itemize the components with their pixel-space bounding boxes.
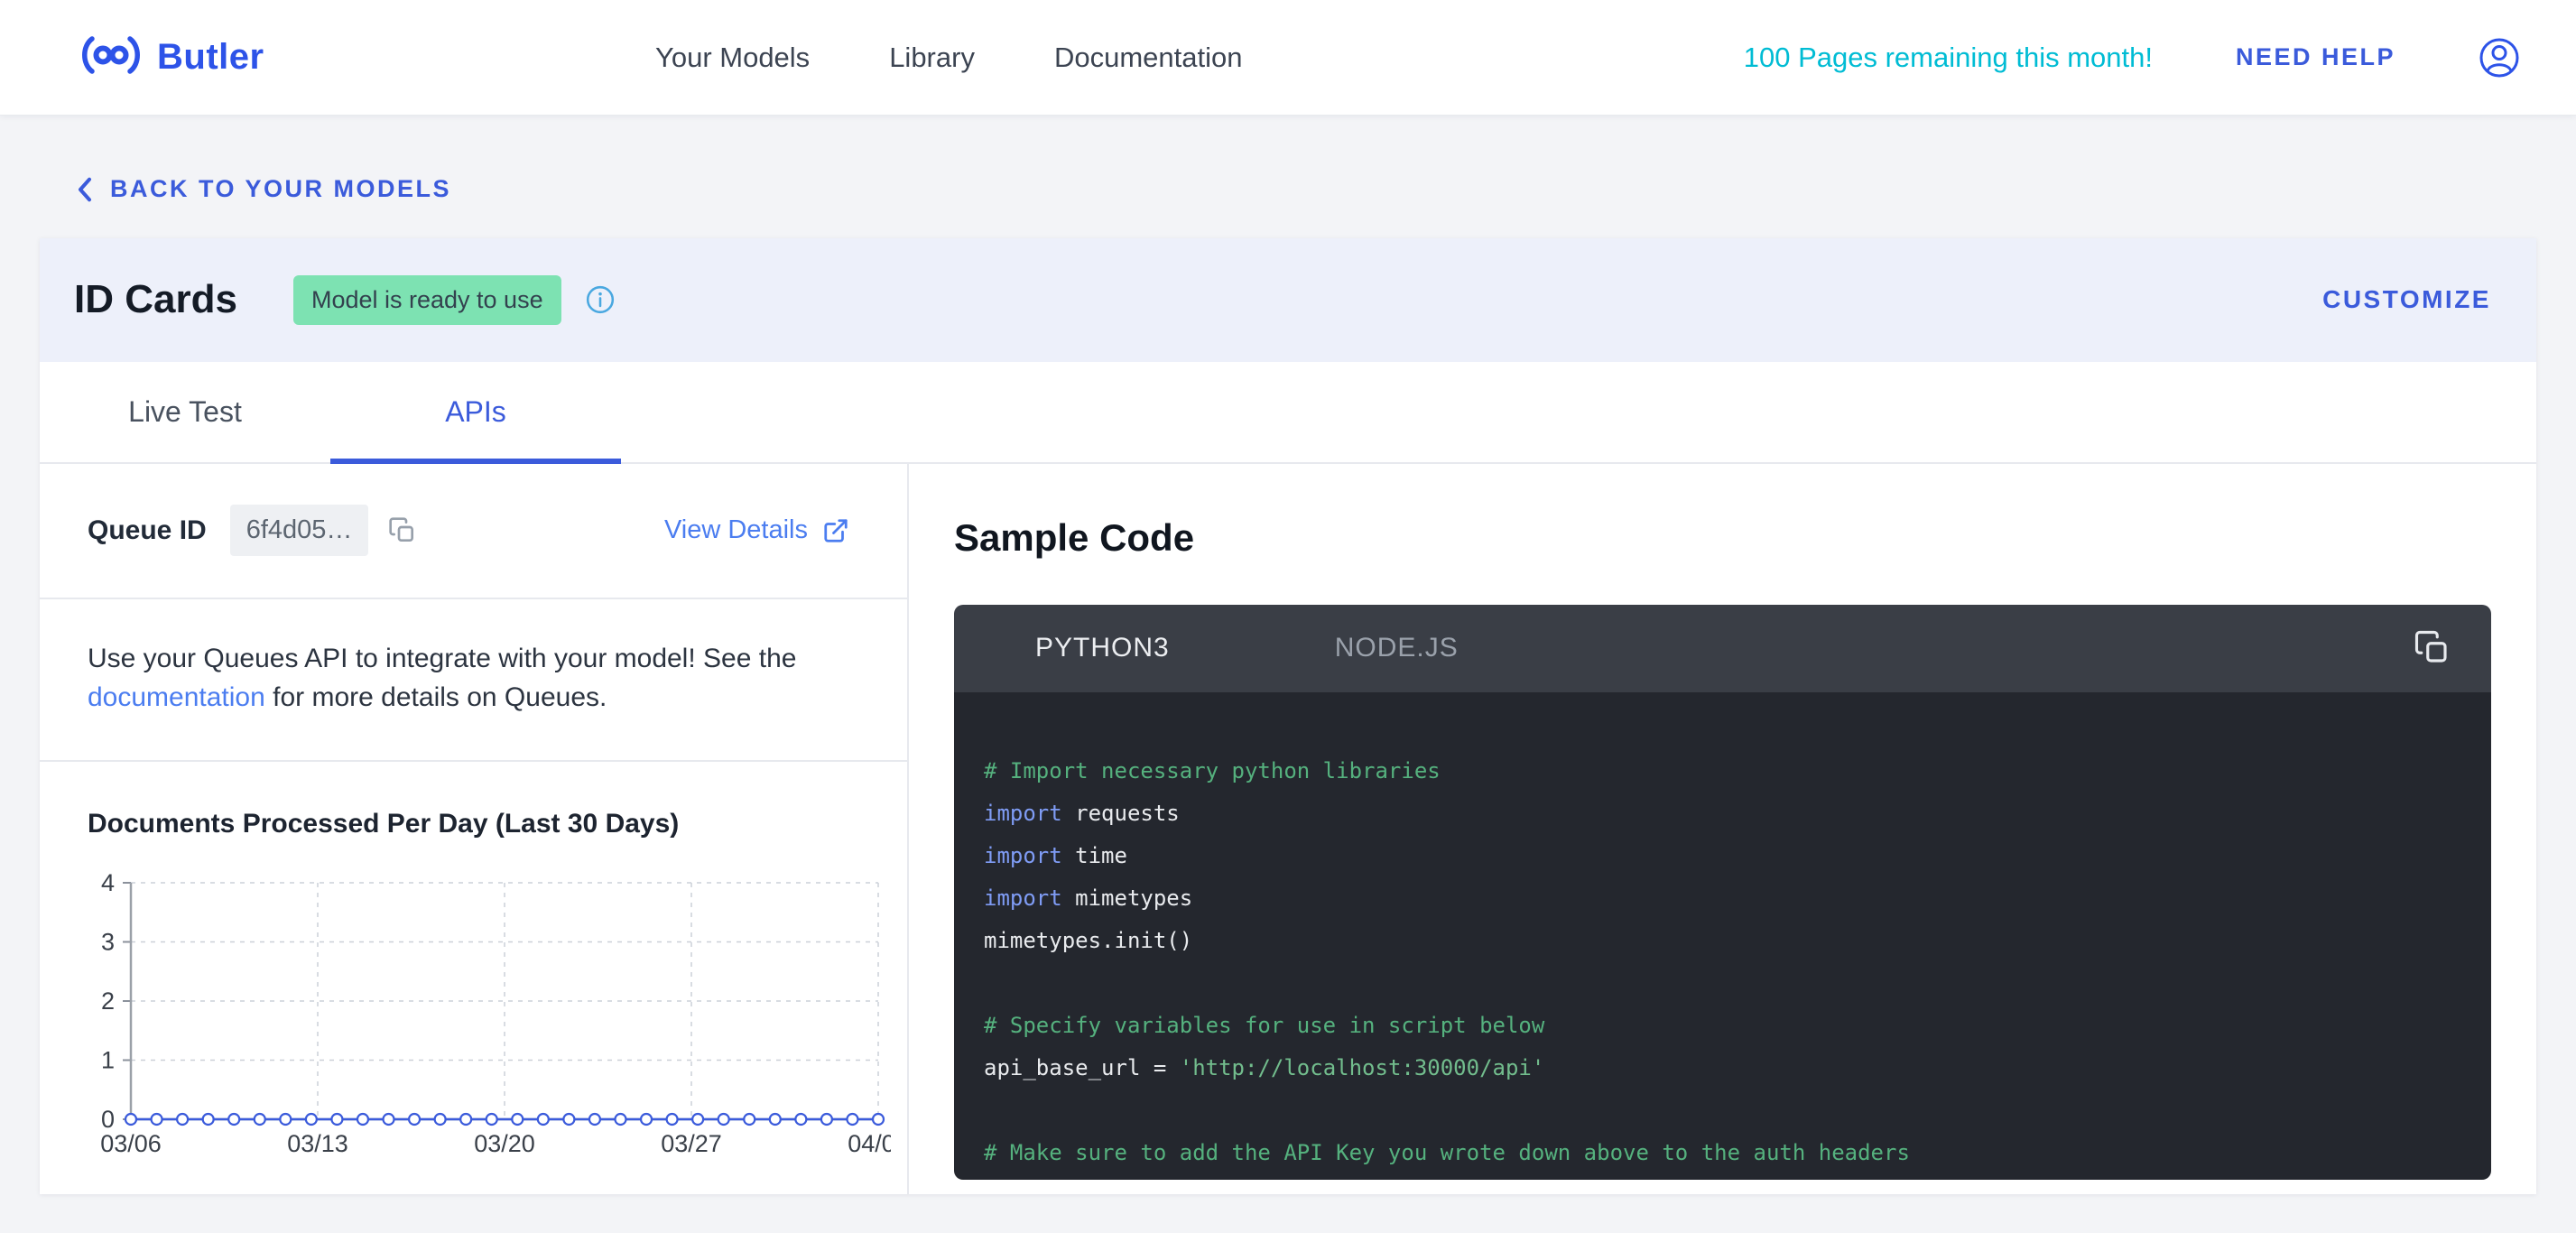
model-title: ID Cards <box>74 277 237 321</box>
svg-text:04/03: 04/03 <box>848 1130 891 1157</box>
tab-apis[interactable]: APIs <box>330 362 621 464</box>
pages-remaining-text: 100 Pages remaining this month! <box>1743 41 2153 73</box>
copy-icon[interactable] <box>388 516 417 545</box>
nav-right: 100 Pages remaining this month! NEED HEL… <box>1744 37 2520 79</box>
model-card: ID Cards Model is ready to use CUSTOMIZE… <box>40 237 2536 1194</box>
right-column: Sample Code PYTHON3 NODE.JS # Import nec… <box>909 464 2536 1194</box>
queue-id-label: Queue ID <box>88 515 207 545</box>
code-tab-python3[interactable]: PYTHON3 <box>1035 633 1170 663</box>
svg-text:03/27: 03/27 <box>661 1130 722 1157</box>
code-copy-icon[interactable] <box>2414 629 2451 667</box>
chart-title: Documents Processed Per Day (Last 30 Day… <box>88 808 680 839</box>
description-text-before: Use your Queues API to integrate with yo… <box>88 643 797 673</box>
model-tabs: Live Test APIs <box>40 362 2536 464</box>
nav-item-your-models[interactable]: Your Models <box>655 42 810 74</box>
account-icon[interactable] <box>2479 37 2520 79</box>
sample-code-title: Sample Code <box>954 515 1195 559</box>
documentation-link[interactable]: documentation <box>88 682 265 712</box>
external-link-icon <box>822 517 849 544</box>
svg-text:03/20: 03/20 <box>474 1130 535 1157</box>
queue-id-row: Queue ID 6f4d05… View Details <box>40 464 907 599</box>
brand-name: Butler <box>157 37 264 77</box>
code-lines: # Import necessary python libraries impor… <box>954 691 2491 1180</box>
status-badge: Model is ready to use <box>292 274 561 325</box>
info-icon[interactable] <box>585 284 616 315</box>
back-to-models-link[interactable]: BACK TO YOUR MODELS <box>74 175 451 203</box>
code-block: PYTHON3 NODE.JS # Import necessary pytho… <box>954 604 2491 1180</box>
svg-text:4: 4 <box>101 870 115 896</box>
view-details-link[interactable]: View Details <box>664 515 849 545</box>
documents-chart: 0 1 2 3 4 03/06 03/13 03/20 03/27 04/03 <box>100 870 891 1157</box>
queues-description: Use your Queues API to integrate with yo… <box>40 599 907 762</box>
brand[interactable]: Butler <box>78 35 264 79</box>
top-nav: Butler Your Models Library Documentation… <box>0 0 2576 116</box>
chevron-left-icon <box>74 176 96 203</box>
svg-text:03/06: 03/06 <box>100 1130 162 1157</box>
nav-links: Your Models Library Documentation <box>655 0 1242 115</box>
code-header: PYTHON3 NODE.JS <box>954 604 2491 692</box>
view-details-label: View Details <box>663 515 808 544</box>
back-link-label: BACK TO YOUR MODELS <box>110 175 452 202</box>
queue-id-value: 6f4d05… <box>229 505 369 556</box>
svg-text:2: 2 <box>101 987 115 1015</box>
svg-text:0: 0 <box>101 1106 115 1133</box>
code-tab-nodejs[interactable]: NODE.JS <box>1335 633 1459 663</box>
butler-logo-icon <box>78 35 144 79</box>
model-content: Queue ID 6f4d05… View Details Use your Q… <box>40 463 2536 1194</box>
svg-text:3: 3 <box>101 928 115 955</box>
nav-item-documentation[interactable]: Documentation <box>1054 42 1243 74</box>
svg-text:1: 1 <box>101 1046 115 1073</box>
nav-item-library[interactable]: Library <box>889 42 975 74</box>
chart-section: Documents Processed Per Day (Last 30 Day… <box>40 762 907 1194</box>
svg-text:03/13: 03/13 <box>287 1130 348 1157</box>
customize-button[interactable]: CUSTOMIZE <box>2322 285 2491 314</box>
left-column: Queue ID 6f4d05… View Details Use your Q… <box>40 463 909 1194</box>
description-text-after: for more details on Queues. <box>264 681 607 712</box>
tab-live-test[interactable]: Live Test <box>40 362 330 462</box>
need-help-link[interactable]: NEED HELP <box>2236 43 2395 71</box>
model-header: ID Cards Model is ready to use CUSTOMIZE <box>40 237 2536 362</box>
